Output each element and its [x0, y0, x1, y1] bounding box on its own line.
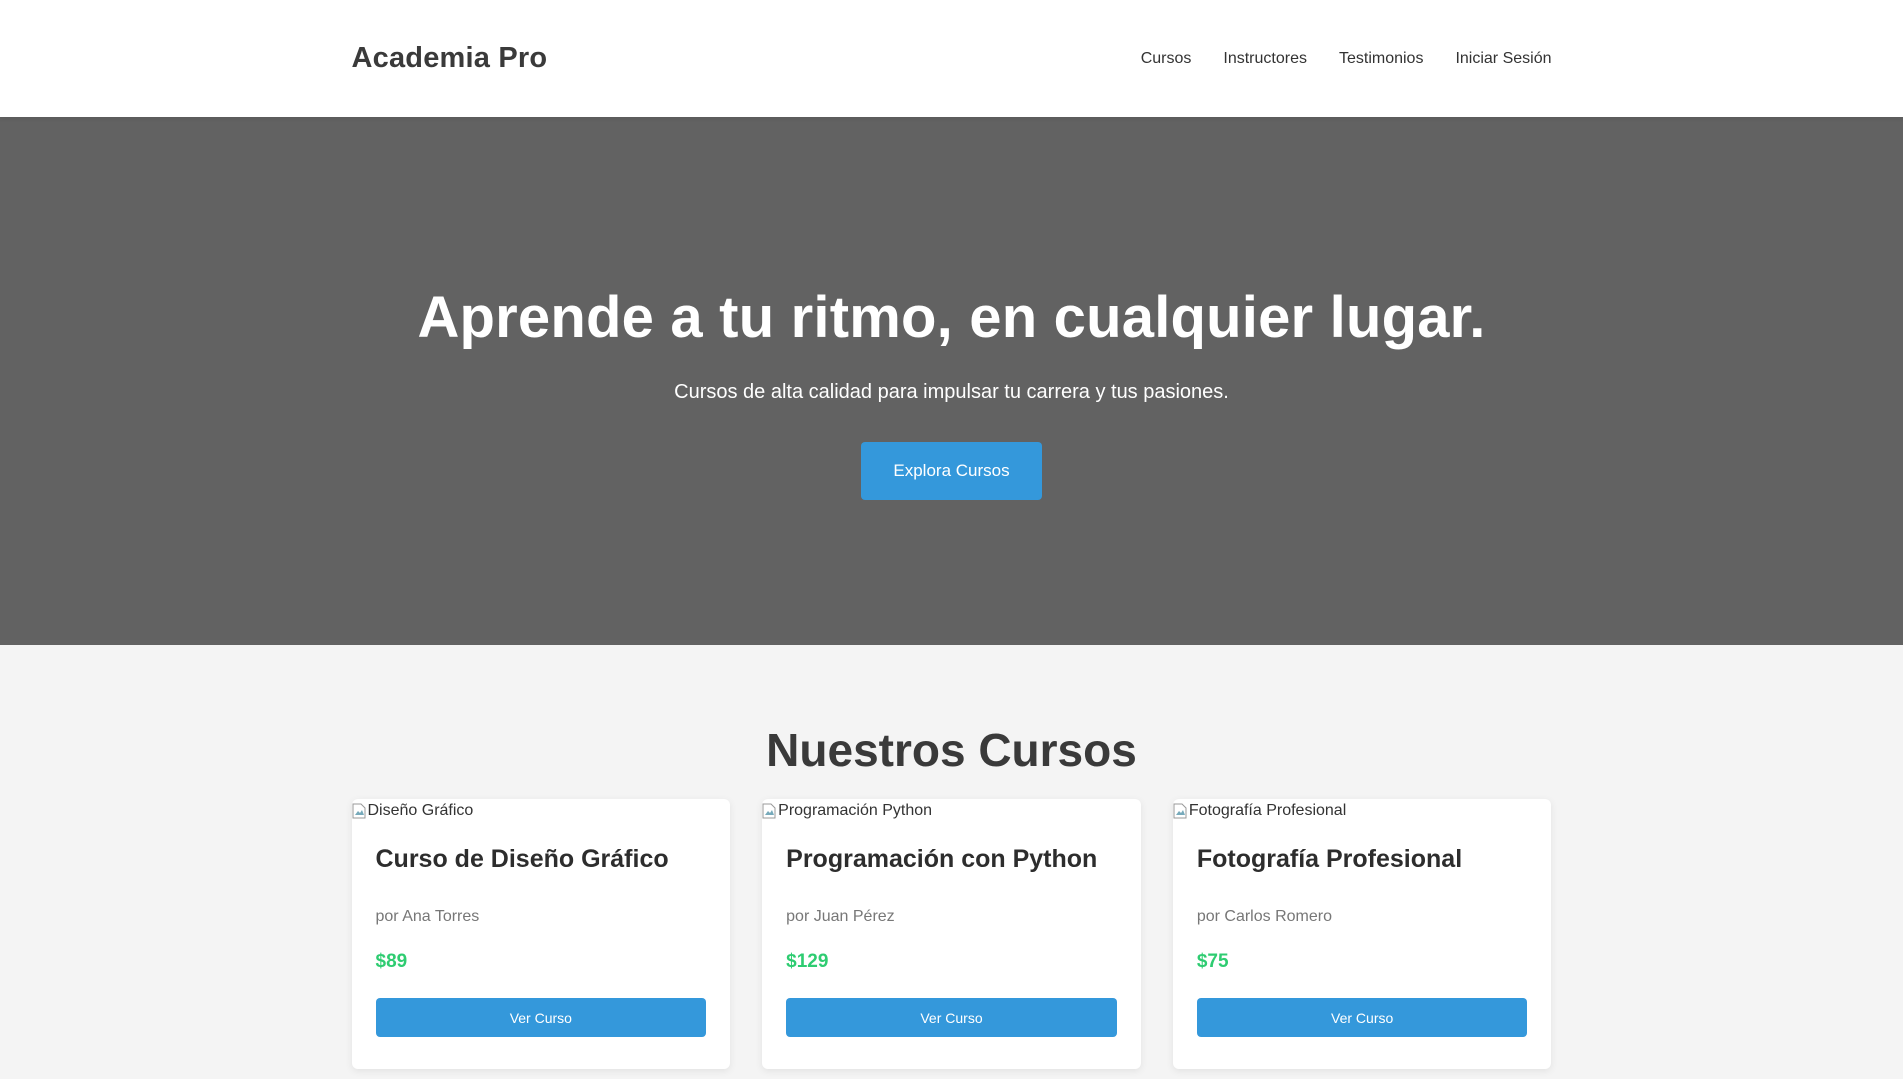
broken-image-icon: [1173, 803, 1187, 819]
course-price: $75: [1196, 951, 1229, 972]
nav-link-iniciar-sesion[interactable]: Iniciar Sesión: [1455, 50, 1551, 68]
explore-courses-button[interactable]: Explora Cursos: [861, 442, 1042, 500]
course-image: Programación Python: [762, 799, 1141, 823]
course-price: $89: [375, 951, 408, 972]
course-author: por Ana Torres: [375, 908, 480, 925]
nav-link-testimonios[interactable]: Testimonios: [1339, 50, 1423, 68]
hero-subtitle: Cursos de alta calidad para impulsar tu …: [674, 381, 1229, 403]
course-image-alt: Diseño Gráfico: [367, 802, 474, 819]
section-title: Nuestros Cursos: [766, 724, 1137, 776]
view-course-button[interactable]: Ver Curso: [1196, 998, 1528, 1037]
course-price: $129: [786, 951, 829, 972]
course-image: Fotografía Profesional: [1173, 799, 1552, 823]
hero-title: Aprende a tu ritmo, en cualquier lugar.: [417, 285, 1486, 350]
hero-section: Aprende a tu ritmo, en cualquier lugar. …: [0, 117, 1903, 645]
course-title: Curso de Diseño Gráfico: [375, 845, 669, 873]
view-course-button[interactable]: Ver Curso: [375, 998, 707, 1037]
course-card: Programación Python Programación con Pyt…: [762, 799, 1141, 1069]
course-author: por Juan Pérez: [786, 908, 895, 925]
course-image-alt: Fotografía Profesional: [1188, 802, 1347, 819]
site-header: Academia Pro Cursos Instructores Testimo…: [0, 0, 1903, 117]
broken-image-icon: [762, 803, 776, 819]
course-title: Fotografía Profesional: [1196, 845, 1463, 873]
course-card: Fotografía Profesional Fotografía Profes…: [1172, 799, 1552, 1069]
broken-image-icon: [352, 803, 366, 819]
course-grid: Diseño Gráfico Curso de Diseño Gráfico p…: [351, 799, 1552, 1069]
view-course-button[interactable]: Ver Curso: [786, 998, 1117, 1037]
courses-section: Nuestros Cursos Diseño Gráfico Curso de …: [0, 645, 1903, 1069]
main-nav: Cursos Instructores Testimonios Iniciar …: [1141, 50, 1552, 68]
course-image: Diseño Gráfico: [352, 799, 731, 823]
site-logo[interactable]: Academia Pro: [352, 42, 548, 75]
course-title: Programación con Python: [786, 845, 1098, 873]
nav-link-instructores[interactable]: Instructores: [1223, 50, 1307, 68]
course-card: Diseño Gráfico Curso de Diseño Gráfico p…: [351, 799, 731, 1069]
course-image-alt: Programación Python: [778, 802, 933, 819]
nav-link-cursos[interactable]: Cursos: [1141, 50, 1192, 68]
course-author: por Carlos Romero: [1196, 908, 1332, 925]
